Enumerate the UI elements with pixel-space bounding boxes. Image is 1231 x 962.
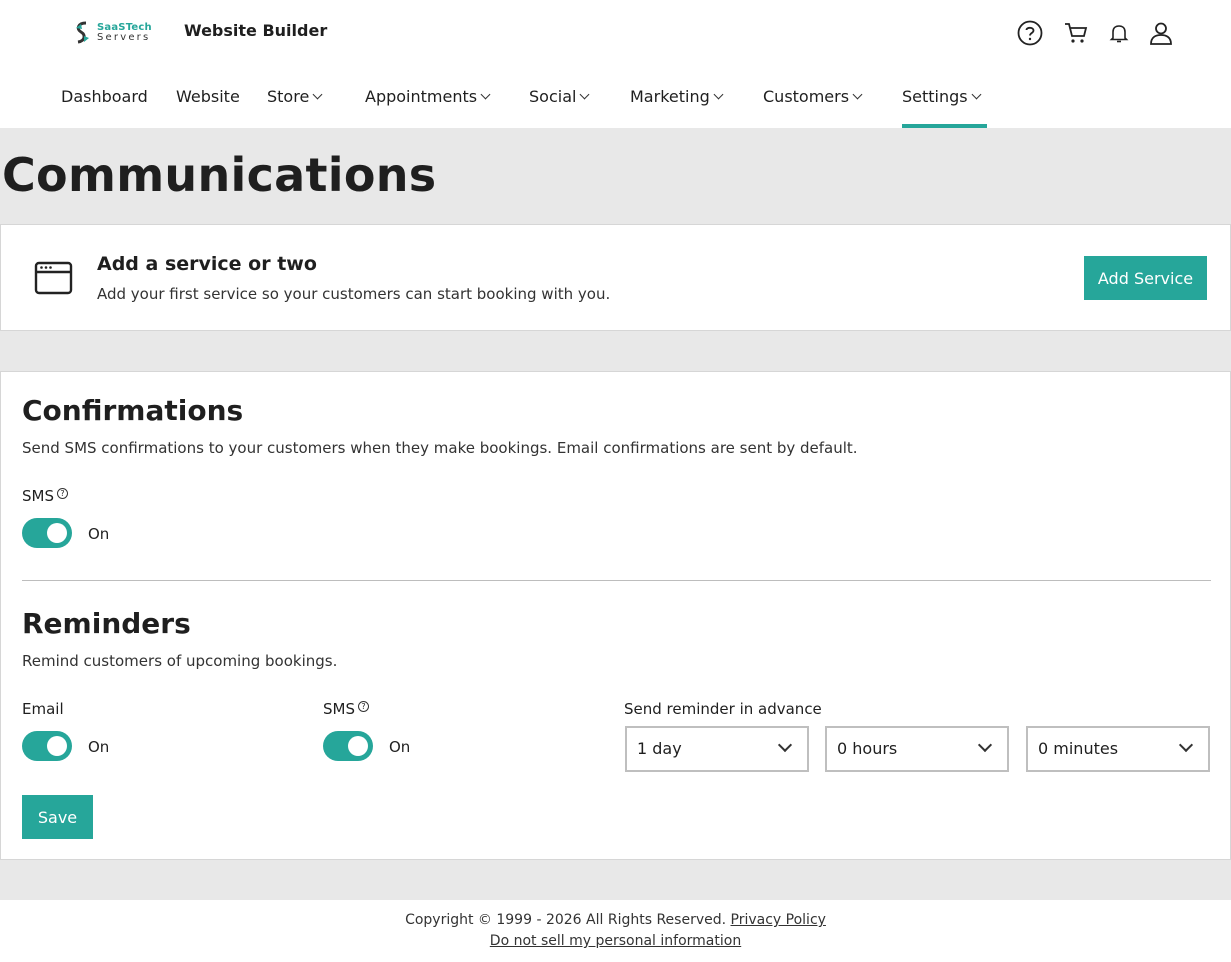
privacy-policy-link[interactable]: Privacy Policy <box>731 912 826 928</box>
nav-item-website[interactable]: Website <box>176 72 240 128</box>
reminder-days-select[interactable]: 1 day <box>625 726 809 772</box>
nav-item-marketing[interactable]: Marketing <box>630 72 724 128</box>
reminders-description: Remind customers of upcoming bookings. <box>22 652 338 670</box>
reminders-sms-toggle[interactable] <box>323 731 373 761</box>
nav-label: Marketing <box>630 87 710 106</box>
nav-label: Social <box>529 87 577 106</box>
chevron-down-icon <box>852 89 863 100</box>
reminders-sms-label: SMS ? <box>323 700 369 718</box>
logo-line2: Servers <box>97 32 151 43</box>
email-label-text: Email <box>22 700 64 718</box>
add-service-button[interactable]: Add Service <box>1084 256 1207 300</box>
help-icon[interactable] <box>1015 18 1045 48</box>
nav-label: Appointments <box>365 87 478 106</box>
nav-item-social[interactable]: Social <box>529 72 590 128</box>
chevron-down-icon <box>713 89 724 100</box>
main-nav: Dashboard Website Store Appointments Soc… <box>0 72 1231 128</box>
reminder-advance-label: Send reminder in advance <box>624 700 822 718</box>
bell-icon[interactable] <box>1104 18 1134 48</box>
confirmations-title: Confirmations <box>22 394 244 427</box>
nav-label: Store <box>267 87 310 106</box>
confirmations-sms-state: On <box>88 525 110 543</box>
help-icon[interactable]: ? <box>358 701 369 712</box>
header: SaaSTech Servers Website Builder Dashboa… <box>0 0 1231 128</box>
nav-label: Settings <box>902 87 968 106</box>
service-card-description: Add your first service so your customers… <box>97 285 611 303</box>
browser-window-icon <box>34 261 73 295</box>
sms-label-text: SMS <box>22 487 54 505</box>
page-title: Communications <box>2 148 437 202</box>
reminders-email-toggle[interactable] <box>22 731 72 761</box>
footer: Copyright © 1999 - 2026 All Rights Reser… <box>0 900 1231 962</box>
reminders-email-state: On <box>88 738 110 756</box>
reminders-email-label: Email <box>22 700 64 718</box>
cart-icon[interactable] <box>1061 18 1091 48</box>
toggle-knob <box>47 523 67 543</box>
toggle-knob <box>47 736 67 756</box>
help-icon[interactable]: ? <box>57 488 68 499</box>
section-divider <box>22 580 1211 581</box>
nav-label: Customers <box>763 87 850 106</box>
nav-label: Dashboard <box>61 87 148 106</box>
logo-mark-icon <box>76 21 89 44</box>
brand-title: Website Builder <box>184 21 328 40</box>
footer-copyright-line: Copyright © 1999 - 2026 All Rights Reser… <box>0 912 1231 928</box>
chevron-down-icon <box>480 89 491 100</box>
reminder-hours-value: 0 hours <box>837 739 898 758</box>
sms-label-text: SMS <box>323 700 355 718</box>
advance-label-text: Send reminder in advance <box>624 700 822 718</box>
toggle-knob <box>348 736 368 756</box>
reminder-days-value: 1 day <box>637 739 682 758</box>
nav-item-store[interactable]: Store <box>267 72 323 128</box>
confirmations-description: Send SMS confirmations to your customers… <box>22 439 858 457</box>
nav-item-customers[interactable]: Customers <box>763 72 863 128</box>
logo[interactable]: SaaSTech Servers <box>72 18 154 48</box>
chevron-down-icon <box>777 737 793 753</box>
user-icon[interactable] <box>1146 18 1176 48</box>
do-not-sell-link[interactable]: Do not sell my personal information <box>490 933 741 949</box>
communications-settings-card: Confirmations Send SMS confirmations to … <box>0 371 1231 860</box>
reminder-minutes-select[interactable]: 0 minutes <box>1026 726 1210 772</box>
copyright-text: Copyright © 1999 - 2026 All Rights Reser… <box>405 912 727 928</box>
chevron-down-icon <box>1178 737 1194 753</box>
add-service-card: Add a service or two Add your first serv… <box>0 224 1231 331</box>
footer-do-not-sell-line: Do not sell my personal information <box>0 933 1231 949</box>
reminders-sms-state: On <box>389 738 411 756</box>
chevron-down-icon <box>312 89 323 100</box>
chevron-down-icon <box>977 737 993 753</box>
nav-label: Website <box>176 87 240 106</box>
service-card-title: Add a service or two <box>97 253 317 275</box>
nav-item-dashboard[interactable]: Dashboard <box>61 72 148 128</box>
reminders-title: Reminders <box>22 607 191 640</box>
confirmations-sms-label: SMS ? <box>22 487 68 505</box>
nav-item-settings[interactable]: Settings <box>902 72 987 128</box>
reminder-minutes-value: 0 minutes <box>1038 739 1119 758</box>
save-button[interactable]: Save <box>22 795 93 839</box>
confirmations-sms-toggle[interactable] <box>22 518 72 548</box>
reminder-hours-select[interactable]: 0 hours <box>825 726 1009 772</box>
chevron-down-icon <box>579 89 590 100</box>
logo-text: SaaSTech Servers <box>97 23 152 43</box>
chevron-down-icon <box>971 89 982 100</box>
nav-item-appointments[interactable]: Appointments <box>365 72 491 128</box>
